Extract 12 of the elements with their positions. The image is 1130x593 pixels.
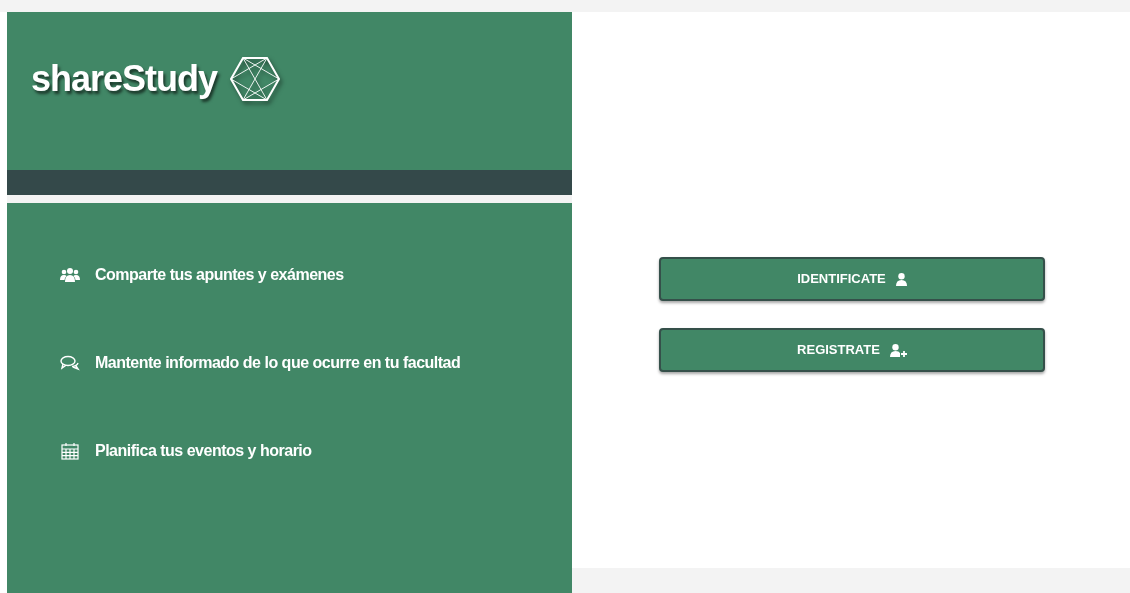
user-plus-icon — [889, 343, 907, 357]
register-button[interactable]: REGISTRATE — [659, 328, 1045, 372]
users-icon — [60, 267, 80, 283]
login-button[interactable]: IDENTIFICATE — [659, 257, 1045, 301]
feature-text: Comparte tus apuntes y exámenes — [95, 265, 344, 285]
chat-bubbles-icon — [60, 355, 80, 371]
feature-text: Mantente informado de lo que ocurre en tu facultad — [95, 353, 461, 373]
brand-title: shareStudy — [31, 57, 218, 101]
calendar-icon — [61, 442, 79, 460]
hexagon-logo-icon — [229, 56, 282, 102]
user-icon — [895, 272, 907, 286]
feature-text: Planifica tus eventos y horario — [95, 441, 312, 461]
